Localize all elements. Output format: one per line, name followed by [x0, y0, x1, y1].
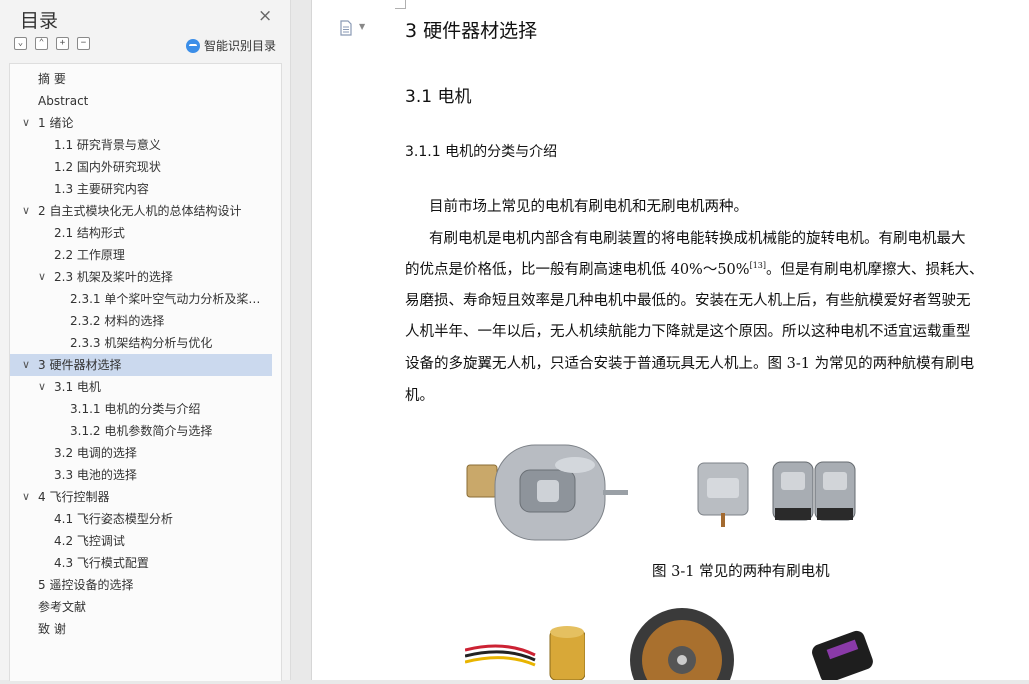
toc-item-label: 1.2 国内外研究现状	[54, 160, 161, 174]
heading-subsection: 3.1.1 电机的分类与介绍	[405, 144, 558, 160]
paragraph-intro: 目前市场上常见的电机有刷电机和无刷电机两种。	[429, 199, 748, 215]
brushed-motor-large-image	[465, 435, 630, 554]
paragraph-text: 的优点是价格低，比一般有刷高速电机低 40%～50%	[405, 262, 750, 278]
toc-item-label: 参考文献	[38, 600, 87, 614]
toc-item-label: Abstract	[38, 94, 89, 108]
paragraph-text: 。但是有刷电机摩擦大、损耗大、	[766, 262, 984, 278]
toc-sidebar: 目录 × ⌄ ⌃ + − 智能识别目录 摘 要 Abstract ∨ 1 绪论 1.1 …	[0, 0, 291, 681]
toc-item[interactable]: 2.1 结构形式	[10, 222, 281, 244]
toc-item[interactable]: 2.2 工作原理	[10, 244, 281, 266]
paragraph-line: 的优点是价格低，比一般有刷高速电机低 40%～50%[13]。但是有刷电机摩擦大…	[405, 258, 984, 279]
toc-item[interactable]: 4.2 飞控调试	[10, 530, 281, 552]
smart-toc-icon	[186, 38, 200, 53]
toc-item[interactable]: 2.3.2 材料的选择	[10, 310, 281, 332]
toc-item-label: 4.2 飞控调试	[54, 534, 125, 548]
toc-item-label: 2.3 机架及桨叶的选择	[54, 270, 173, 284]
toc-panel[interactable]: 摘 要 Abstract ∨ 1 绪论 1.1 研究背景与意义 1.2 国内外研究现状 1.…	[9, 63, 282, 681]
toc-item[interactable]: ∨ 3 硬件器材选择	[10, 354, 272, 376]
toc-item[interactable]: 2.3.3 机架结构分析与优化	[10, 332, 281, 354]
remove-level-icon[interactable]: −	[77, 37, 90, 50]
toc-item[interactable]: 2.3.1 单个桨叶空气动力分析及桨…	[10, 288, 281, 310]
citation-ref[interactable]: [13]	[750, 261, 766, 270]
toc-item-label: 4.1 飞行姿态模型分析	[54, 512, 173, 526]
toc-item[interactable]: 3.3 电池的选择	[10, 464, 281, 486]
toc-item[interactable]: 5 遥控设备的选择	[10, 574, 281, 596]
chevron-down-icon[interactable]: ∨	[22, 112, 34, 134]
paragraph-line: 设备的多旋翼无人机，只适合安装于普通玩具无人机上。图 3-1 为常见的两种航模有…	[405, 356, 975, 372]
heading-section: 3.1 电机	[405, 87, 472, 107]
collapse-all-icon[interactable]: ⌃	[35, 37, 48, 50]
brushless-motor-outrunner-image	[464, 610, 586, 684]
toc-item[interactable]: 4.3 飞行模式配置	[10, 552, 281, 574]
chevron-down-icon[interactable]: ▼	[359, 22, 365, 31]
paragraph-line: 机。	[405, 388, 434, 404]
toc-item-label: 2.3.2 材料的选择	[70, 314, 165, 328]
toc-item[interactable]: 1.3 主要研究内容	[10, 178, 281, 200]
toc-item-label: 4 飞行控制器	[38, 490, 110, 504]
paragraph-line: 易磨损、寿命短且效率是几种电机中最低的。安装在无人机上后，有些航模爱好者驾驶无	[405, 293, 971, 309]
toc-item[interactable]: 参考文献	[10, 596, 281, 618]
toc-item[interactable]: ∨ 2.3 机架及桨叶的选择	[10, 266, 281, 288]
expand-all-icon[interactable]: ⌄	[14, 37, 27, 50]
chevron-down-icon[interactable]: ∨	[22, 354, 34, 376]
add-level-icon[interactable]: +	[56, 37, 69, 50]
toc-item[interactable]: 致 谢	[10, 618, 281, 640]
toc-item-label: 3.1 电机	[54, 380, 101, 394]
document-icon[interactable]	[338, 20, 354, 40]
toc-item-label: 2 自主式模块化无人机的总体结构设计	[38, 204, 242, 218]
toc-item-label: 3.3 电池的选择	[54, 468, 137, 482]
toc-item-label: 3.1.2 电机参数简介与选择	[70, 424, 213, 438]
toc-item[interactable]: ∨ 2 自主式模块化无人机的总体结构设计	[10, 200, 281, 222]
heading-chapter: 3 硬件器材选择	[405, 20, 538, 42]
chevron-down-icon[interactable]: ∨	[38, 376, 50, 398]
toc-item[interactable]: 1.2 国内外研究现状	[10, 156, 281, 178]
toc-item-label: 5 遥控设备的选择	[38, 578, 134, 592]
smart-toc-button[interactable]: 智能识别目录	[186, 37, 276, 54]
toc-item[interactable]: 3.1.1 电机的分类与介绍	[10, 398, 281, 420]
toc-title: 目录	[20, 10, 59, 32]
toc-item[interactable]: 3.2 电调的选择	[10, 442, 281, 464]
toc-item-label: 摘 要	[38, 72, 66, 86]
toc-item[interactable]: 摘 要	[10, 68, 281, 90]
page-margin-mark	[395, 0, 406, 9]
toc-item-label: 2.3.3 机架结构分析与优化	[70, 336, 213, 350]
toc-item-label: 3 硬件器材选择	[38, 358, 122, 372]
paragraph-line: 有刷电机是电机内部含有电刷装置的将电能转换成机械能的旋转电机。有刷电机最大	[429, 231, 966, 247]
toc-item[interactable]: 1.1 研究背景与意义	[10, 134, 281, 156]
paragraph-line: 人机半年、一年以后，无人机续航能力下降就是这个原因。所以这种电机不适宜运载重型	[405, 324, 971, 340]
toc-item-label: 1.1 研究背景与意义	[54, 138, 161, 152]
toc-item-label: 4.3 飞行模式配置	[54, 556, 149, 570]
toc-item[interactable]: ∨ 3.1 电机	[10, 376, 281, 398]
toc-item-label: 1.3 主要研究内容	[54, 182, 149, 196]
close-icon[interactable]: ×	[258, 6, 272, 26]
smart-toc-label: 智能识别目录	[204, 39, 277, 53]
toc-item[interactable]: Abstract	[10, 90, 281, 112]
toc-item[interactable]: 3.1.2 电机参数简介与选择	[10, 420, 281, 442]
toc-item-label: 致 谢	[38, 622, 66, 636]
toc-item-label: 1 绪论	[38, 116, 74, 130]
toc-item-label: 2.3.1 单个桨叶空气动力分析及桨…	[70, 292, 261, 306]
toc-item-label: 3.2 电调的选择	[54, 446, 137, 460]
toc-item-label: 2.2 工作原理	[54, 248, 125, 262]
brushed-motor-small-image	[695, 458, 753, 532]
brushless-motor-stator-image	[627, 605, 737, 684]
toc-list: 摘 要 Abstract ∨ 1 绪论 1.1 研究背景与意义 1.2 国内外研究现状 1.…	[10, 68, 281, 640]
brushed-motor-pair-image	[771, 458, 859, 532]
figure-caption: 图 3-1 常见的两种有刷电机	[652, 564, 830, 580]
toc-item[interactable]: 4.1 飞行姿态模型分析	[10, 508, 281, 530]
chevron-down-icon[interactable]: ∨	[38, 266, 50, 288]
toc-item-label: 3.1.1 电机的分类与介绍	[70, 402, 201, 416]
chevron-down-icon[interactable]: ∨	[22, 200, 34, 222]
toc-item[interactable]: ∨ 4 飞行控制器	[10, 486, 281, 508]
toc-item[interactable]: ∨ 1 绪论	[10, 112, 281, 134]
chevron-down-icon[interactable]: ∨	[22, 486, 34, 508]
toc-item-label: 2.1 结构形式	[54, 226, 125, 240]
toc-toolbar: ⌄ ⌃ + −	[14, 37, 90, 50]
brushless-motor-inrunner-image	[810, 625, 880, 684]
